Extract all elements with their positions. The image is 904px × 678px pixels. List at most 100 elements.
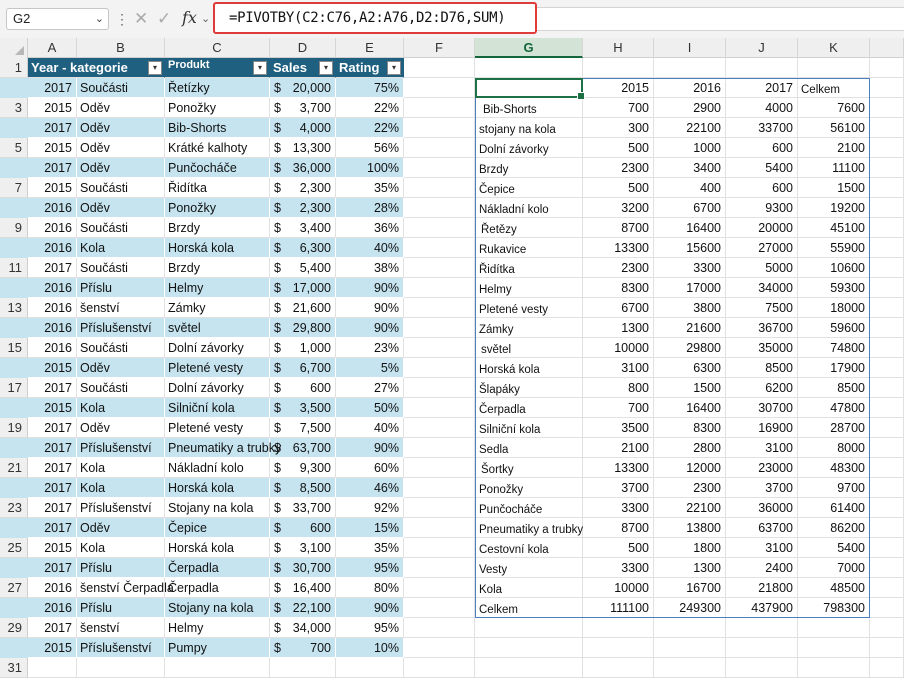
rating-cell[interactable]: 90% xyxy=(336,598,404,618)
category-cell[interactable]: šenství xyxy=(77,618,165,638)
rating-cell[interactable]: 50% xyxy=(336,398,404,418)
product-cell[interactable]: Helmy xyxy=(165,618,270,638)
empty-cell[interactable] xyxy=(870,218,904,238)
empty-cell[interactable] xyxy=(404,578,475,598)
empty-cell[interactable] xyxy=(404,658,475,678)
empty-cell[interactable] xyxy=(404,258,475,278)
rating-cell[interactable]: 80% xyxy=(336,578,404,598)
empty-cell[interactable] xyxy=(583,618,654,638)
function-icon[interactable]: fx xyxy=(182,7,197,29)
pivot-row-label[interactable]: Punčocháče xyxy=(475,498,583,518)
pivot-value-cell[interactable]: 300 xyxy=(583,118,654,138)
sales-cell[interactable]: $33,700 xyxy=(270,498,336,518)
empty-cell[interactable] xyxy=(404,198,475,218)
pivot-value-cell[interactable]: 9300 xyxy=(726,198,798,218)
header-produkt[interactable]: Produkt ▾ xyxy=(165,58,270,78)
empty-cell[interactable] xyxy=(404,518,475,538)
pivot-row-label[interactable]: Sedla xyxy=(475,438,583,458)
empty-cell[interactable] xyxy=(475,658,583,678)
pivot-value-cell[interactable]: 2100 xyxy=(798,138,870,158)
pivot-row-label[interactable]: Kola xyxy=(475,578,583,598)
rating-cell[interactable]: 36% xyxy=(336,218,404,238)
pivot-value-cell[interactable]: 1000 xyxy=(654,138,726,158)
category-cell[interactable]: Kola xyxy=(77,538,165,558)
rating-cell[interactable]: 5% xyxy=(336,358,404,378)
rating-cell[interactable]: 56% xyxy=(336,138,404,158)
formula-input[interactable]: =PIVOTBY(C2:C76,A2:A76,D2:D76,SUM) xyxy=(213,2,537,34)
pivot-value-cell[interactable]: 36000 xyxy=(726,498,798,518)
empty-cell[interactable] xyxy=(870,398,904,418)
rating-cell[interactable]: 40% xyxy=(336,238,404,258)
pivot-row-label[interactable]: Řetězy xyxy=(475,218,583,238)
year-cell[interactable]: 2016 xyxy=(28,598,77,618)
column-header-k[interactable]: K xyxy=(798,38,870,58)
empty-cell[interactable] xyxy=(870,478,904,498)
column-header-h[interactable]: H xyxy=(583,38,654,58)
pivot-row-label[interactable]: Šortky xyxy=(475,458,583,478)
empty-cell[interactable] xyxy=(404,398,475,418)
empty-cell[interactable] xyxy=(583,658,654,678)
empty-cell[interactable] xyxy=(726,618,798,638)
pivot-value-cell[interactable]: 59300 xyxy=(798,278,870,298)
pivot-value-cell[interactable]: 2300 xyxy=(654,478,726,498)
pivot-value-cell[interactable]: 8500 xyxy=(726,358,798,378)
year-cell[interactable]: 2016 xyxy=(28,198,77,218)
empty-cell[interactable] xyxy=(404,278,475,298)
pivot-row-label[interactable]: Ponožky xyxy=(475,478,583,498)
pivot-value-cell[interactable]: 5000 xyxy=(726,258,798,278)
pivot-value-cell[interactable]: 10000 xyxy=(583,338,654,358)
pivot-value-cell[interactable]: 249300 xyxy=(654,598,726,618)
category-cell[interactable]: Příslušenství xyxy=(77,438,165,458)
category-cell[interactable]: Kola xyxy=(77,238,165,258)
empty-cell[interactable] xyxy=(870,98,904,118)
rating-cell[interactable]: 95% xyxy=(336,618,404,638)
pivot-value-cell[interactable]: 8300 xyxy=(583,278,654,298)
year-cell[interactable]: 2017 xyxy=(28,118,77,138)
empty-cell[interactable] xyxy=(870,278,904,298)
year-cell[interactable]: 2017 xyxy=(28,438,77,458)
pivot-value-cell[interactable]: 9700 xyxy=(798,478,870,498)
filter-dropdown-icon[interactable]: ▾ xyxy=(319,61,333,75)
year-cell[interactable]: 2015 xyxy=(28,178,77,198)
empty-cell[interactable] xyxy=(404,58,475,78)
sales-cell[interactable]: $22,100 xyxy=(270,598,336,618)
name-box[interactable]: G2 ⌄ xyxy=(6,8,109,30)
pivot-row-label[interactable]: Bib-Shorts xyxy=(475,98,583,118)
empty-cell[interactable] xyxy=(870,458,904,478)
empty-cell[interactable] xyxy=(336,658,404,678)
product-cell[interactable]: Stojany na kola xyxy=(165,598,270,618)
pivot-value-cell[interactable]: 3100 xyxy=(583,358,654,378)
category-cell[interactable]: Příslušenství xyxy=(77,498,165,518)
sales-cell[interactable]: $6,700 xyxy=(270,358,336,378)
empty-cell[interactable] xyxy=(870,358,904,378)
product-cell[interactable]: Horská kola xyxy=(165,538,270,558)
column-header-i[interactable]: I xyxy=(654,38,726,58)
category-cell[interactable]: Kola xyxy=(77,458,165,478)
category-cell[interactable]: Příslu xyxy=(77,598,165,618)
sales-cell[interactable]: $16,400 xyxy=(270,578,336,598)
product-cell[interactable]: Čepice xyxy=(165,518,270,538)
empty-cell[interactable] xyxy=(654,58,726,78)
rating-cell[interactable]: 75% xyxy=(336,78,404,98)
pivot-value-cell[interactable]: 400 xyxy=(654,178,726,198)
empty-cell[interactable] xyxy=(870,258,904,278)
column-header-g[interactable]: G xyxy=(475,38,583,58)
empty-cell[interactable] xyxy=(404,238,475,258)
sales-cell[interactable]: $2,300 xyxy=(270,198,336,218)
pivot-row-label[interactable]: Rukavice xyxy=(475,238,583,258)
chevron-down-icon[interactable]: ⌄ xyxy=(95,9,104,29)
header-sales[interactable]: Sales ▾ xyxy=(270,58,336,78)
pivot-value-cell[interactable]: 47800 xyxy=(798,398,870,418)
header-year-kategorie[interactable]: Year - kategorie ▾ xyxy=(28,58,165,78)
pivot-row-label[interactable]: Celkem xyxy=(475,598,583,618)
empty-cell[interactable] xyxy=(404,458,475,478)
rating-cell[interactable]: 22% xyxy=(336,118,404,138)
filter-dropdown-icon[interactable]: ▾ xyxy=(253,61,267,75)
product-cell[interactable]: Stojany na kola xyxy=(165,498,270,518)
pivot-value-cell[interactable]: 59600 xyxy=(798,318,870,338)
pivot-value-cell[interactable]: 16900 xyxy=(726,418,798,438)
empty-cell[interactable] xyxy=(870,558,904,578)
empty-cell[interactable] xyxy=(404,378,475,398)
rating-cell[interactable]: 95% xyxy=(336,558,404,578)
pivot-value-cell[interactable]: 8500 xyxy=(798,378,870,398)
